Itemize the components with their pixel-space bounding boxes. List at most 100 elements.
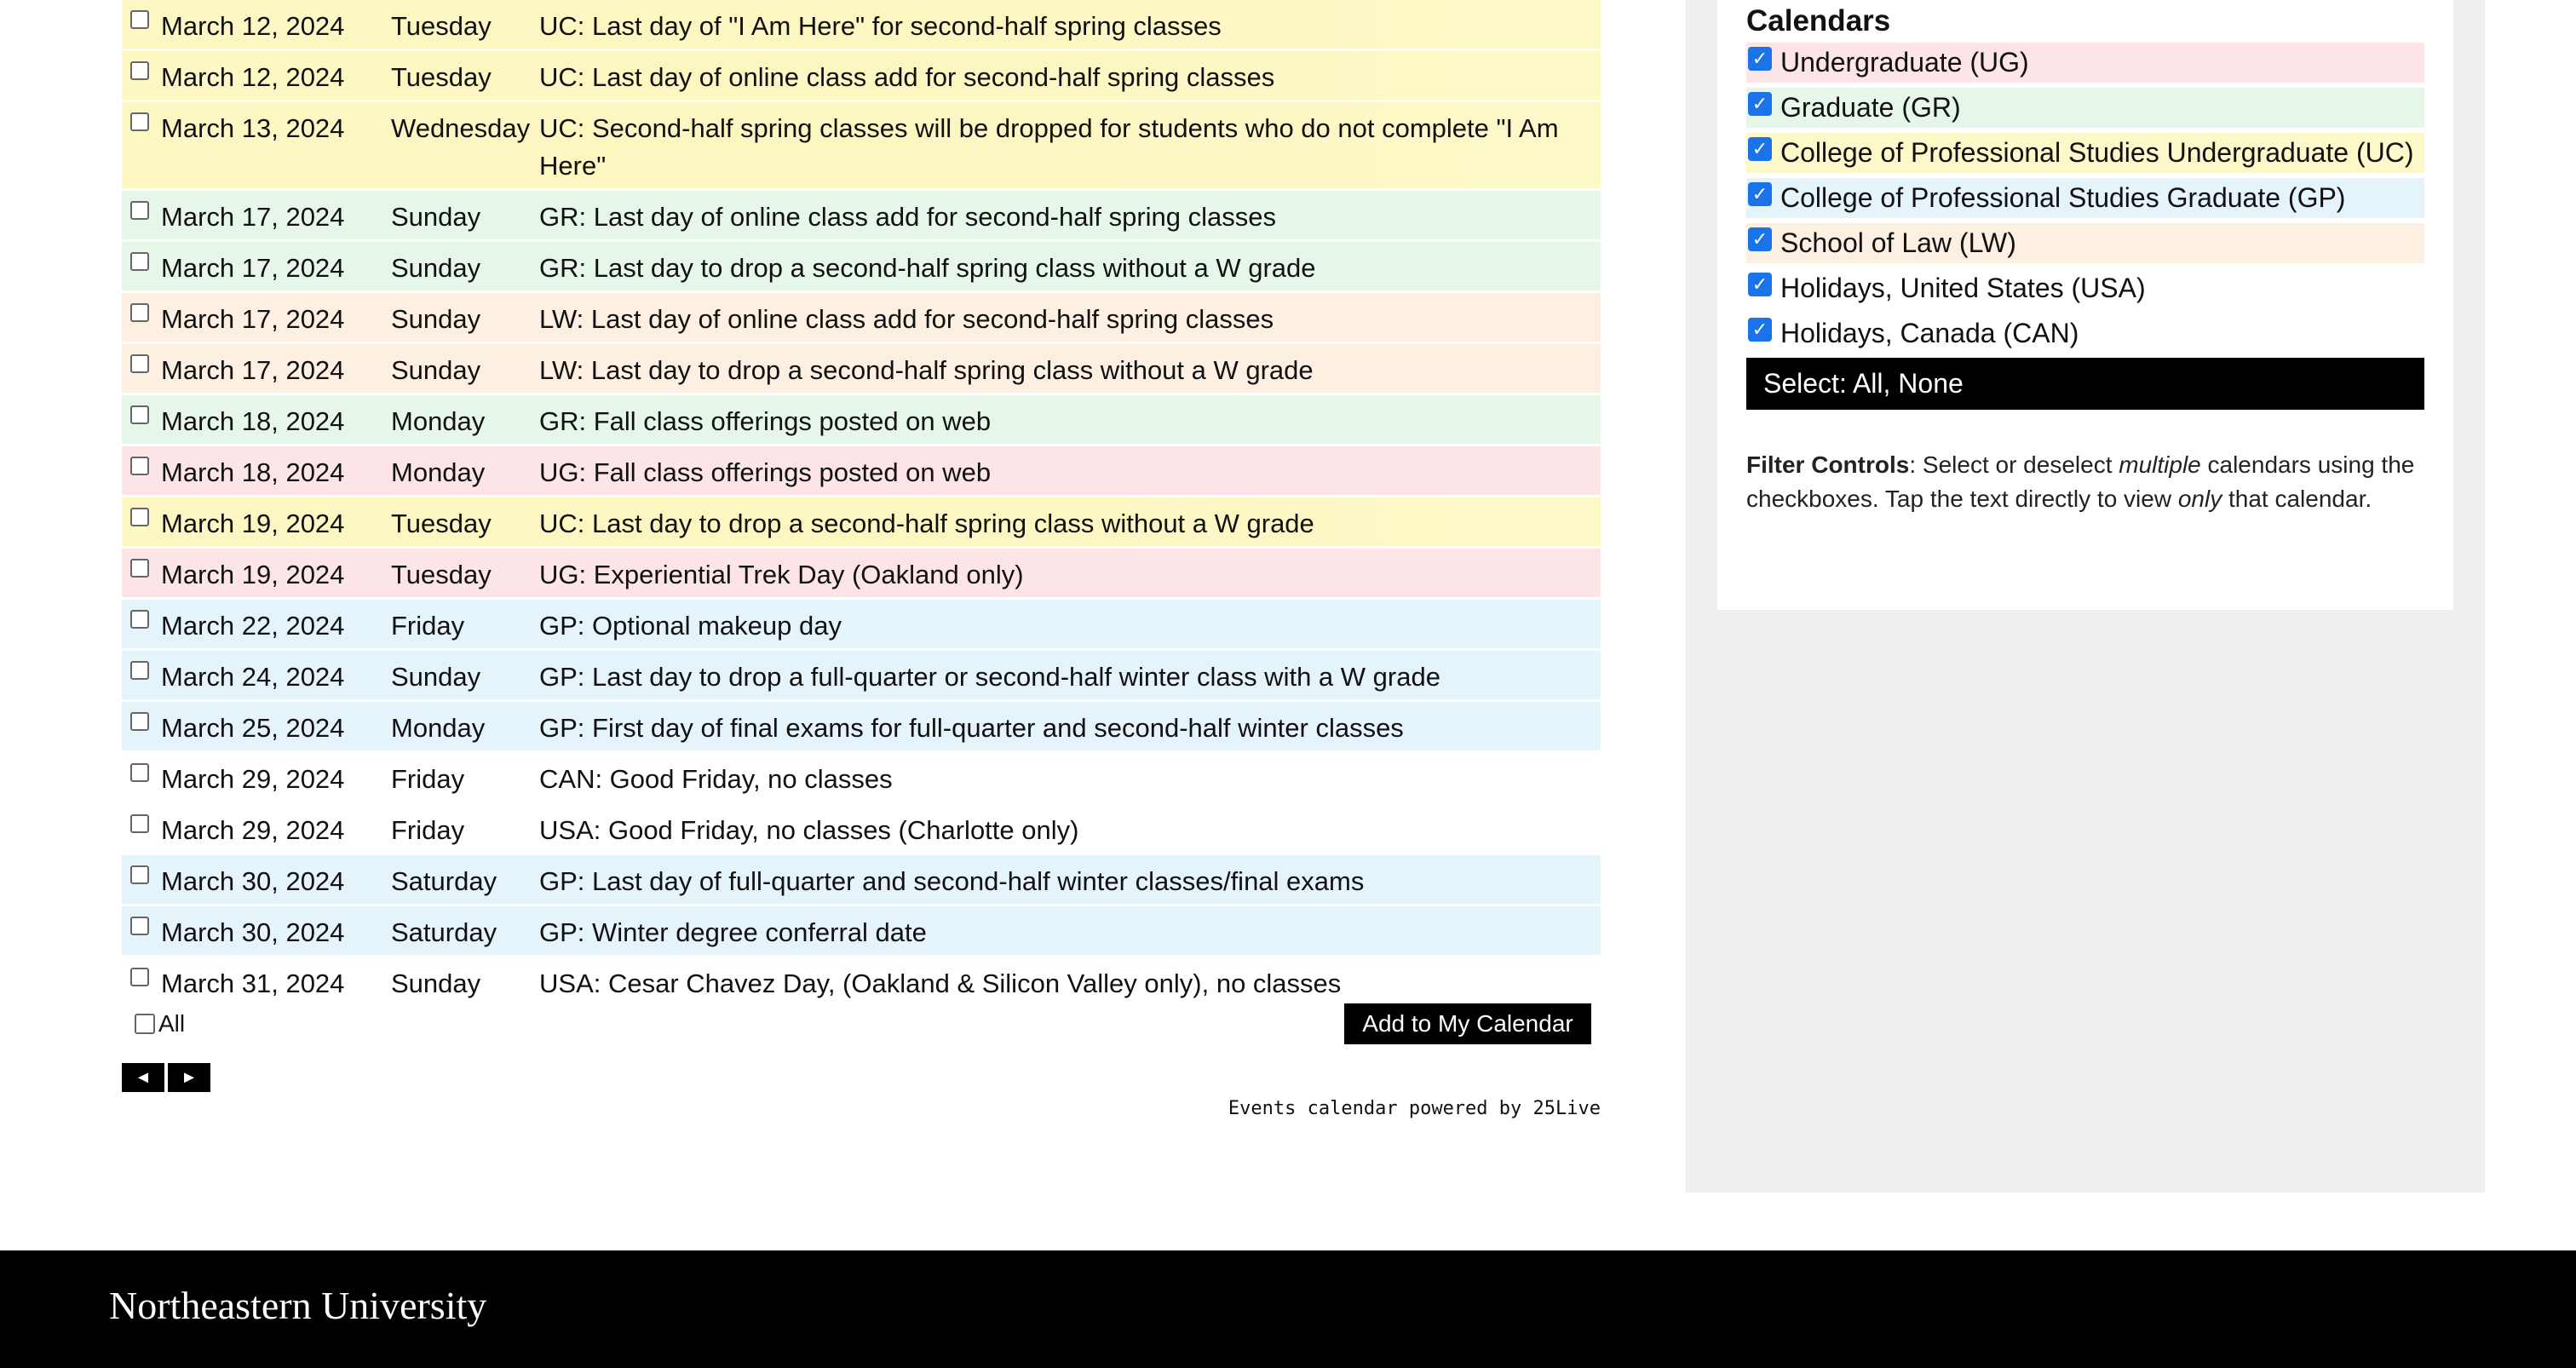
event-checkbox[interactable] (130, 354, 149, 373)
event-date: March 13, 2024 (161, 113, 345, 143)
event-day: Tuesday (391, 11, 492, 41)
event-day: Tuesday (391, 62, 492, 92)
check-icon[interactable]: ✓ (1748, 181, 1772, 206)
event-day: Friday (391, 815, 465, 845)
event-checkbox[interactable] (130, 405, 149, 424)
select-all-checkbox[interactable] (135, 1014, 155, 1034)
calendar-filter-ug[interactable]: ✓ Undergraduate (UG) (1746, 43, 2424, 83)
filter-controls-help: Filter Controls: Select or deselect mult… (1746, 448, 2419, 516)
event-day: Friday (391, 764, 465, 794)
event-checkbox[interactable] (130, 865, 149, 884)
add-to-calendar-button[interactable]: Add to My Calendar (1344, 1003, 1591, 1044)
event-checkbox[interactable] (130, 112, 149, 131)
event-date: March 31, 2024 (161, 969, 345, 998)
calendar-filter-lw[interactable]: ✓ School of Law (LW) (1746, 223, 2424, 263)
select-all-control[interactable]: All (135, 1010, 185, 1037)
event-checkbox[interactable] (130, 610, 149, 629)
event-date: March 19, 2024 (161, 509, 345, 538)
event-day: Sunday (391, 304, 481, 334)
event-checkbox[interactable] (130, 968, 149, 986)
check-icon[interactable]: ✓ (1748, 46, 1772, 71)
event-title: GP: Winter degree conferral date (539, 917, 927, 947)
calendar-filter-label[interactable]: College of Professional Studies Graduate… (1780, 182, 2345, 214)
event-title: GP: Last day of full-quarter and second-… (539, 866, 1365, 896)
event-date: March 19, 2024 (161, 560, 345, 589)
calendar-filter-gr[interactable]: ✓ Graduate (GR) (1746, 88, 2424, 128)
event-day: Monday (391, 406, 486, 436)
check-icon[interactable]: ✓ (1748, 272, 1772, 296)
filter-text-part-1: : Select or deselect (1909, 451, 2119, 478)
event-date: March 18, 2024 (161, 406, 345, 436)
calendars-panel: Calendars ✓ Undergraduate (UG) ✓ Graduate (… (1717, 0, 2453, 610)
event-date: March 29, 2024 (161, 764, 345, 794)
calendar-filter-label[interactable]: College of Professional Studies Undergra… (1780, 137, 2414, 169)
calendar-filter-label[interactable]: School of Law (LW) (1780, 227, 2016, 259)
event-checkbox[interactable] (130, 814, 149, 833)
event-row: March 17, 2024 Sunday LW: Last day to drop… (122, 344, 1601, 393)
event-row: March 29, 2024 Friday USA: Good Friday, no… (122, 804, 1601, 853)
event-row: March 12, 2024 Tuesday UC: Last day of "I … (122, 0, 1601, 49)
calendar-filter-label[interactable]: Holidays, Canada (CAN) (1780, 318, 2079, 349)
event-day: Tuesday (391, 560, 492, 589)
calendar-filter-gp[interactable]: ✓ College of Professional Studies Graduat… (1746, 178, 2424, 218)
event-date: March 24, 2024 (161, 662, 345, 692)
event-checkbox[interactable] (130, 252, 149, 271)
event-row: March 19, 2024 Tuesday UG: Experiential Tr… (122, 549, 1601, 597)
event-checkbox[interactable] (130, 457, 149, 475)
event-day: Sunday (391, 253, 481, 283)
prev-page-button[interactable]: ◄ (122, 1063, 164, 1092)
event-date: March 18, 2024 (161, 457, 345, 487)
calendar-filter-uc[interactable]: ✓ College of Professional Studies Undergr… (1746, 133, 2424, 173)
event-date: March 12, 2024 (161, 11, 345, 41)
events-list: March 12, 2024 Tuesday UC: Last day of "I … (122, 0, 1601, 1009)
calendar-filter-usa[interactable]: ✓ Holidays, United States (USA) (1746, 268, 2424, 308)
event-title: USA: Cesar Chavez Day, (Oakland & Silico… (539, 969, 1342, 998)
calendar-filter-label[interactable]: Graduate (GR) (1780, 92, 1961, 124)
event-checkbox[interactable] (130, 508, 149, 526)
event-title: UC: Last day to drop a second-half sprin… (539, 509, 1314, 538)
next-page-button[interactable]: ► (168, 1063, 210, 1092)
event-date: March 17, 2024 (161, 304, 345, 334)
site-footer: Northeastern University (0, 1250, 2576, 1368)
event-title: UG: Experiential Trek Day (Oakland only) (539, 560, 1024, 589)
powered-by-text: Events calendar powered by 25Live (1228, 1098, 1601, 1119)
event-day: Sunday (391, 969, 481, 998)
university-wordmark[interactable]: Northeastern University (109, 1283, 486, 1328)
event-checkbox[interactable] (130, 10, 149, 29)
event-checkbox[interactable] (130, 303, 149, 322)
event-title: UC: Last day of "I Am Here" for second-h… (539, 11, 1222, 41)
event-day: Sunday (391, 202, 481, 232)
event-date: March 17, 2024 (161, 253, 345, 283)
check-icon[interactable]: ✓ (1748, 317, 1772, 342)
event-day: Saturday (391, 866, 497, 896)
filter-controls-heading: Filter Controls (1746, 451, 1910, 478)
event-checkbox[interactable] (130, 712, 149, 731)
event-row: March 25, 2024 Monday GP: First day of fin… (122, 702, 1601, 750)
calendar-filter-label[interactable]: Holidays, United States (USA) (1780, 273, 2146, 304)
event-date: March 22, 2024 (161, 611, 345, 641)
event-row: March 24, 2024 Sunday GP: Last day to drop… (122, 651, 1601, 699)
event-row: March 17, 2024 Sunday GR: Last day of onli… (122, 191, 1601, 239)
event-checkbox[interactable] (130, 917, 149, 935)
check-icon[interactable]: ✓ (1748, 136, 1772, 161)
event-checkbox[interactable] (130, 201, 149, 220)
event-title: USA: Good Friday, no classes (Charlotte … (539, 815, 1079, 845)
event-day: Sunday (391, 355, 481, 385)
check-icon[interactable]: ✓ (1748, 91, 1772, 116)
event-checkbox[interactable] (130, 661, 149, 680)
calendar-filter-label[interactable]: Undergraduate (UG) (1780, 47, 2029, 78)
event-checkbox[interactable] (130, 61, 149, 80)
event-title: UC: Last day of online class add for sec… (539, 62, 1275, 92)
event-title: GR: Last day to drop a second-half sprin… (539, 253, 1316, 283)
event-row: March 18, 2024 Monday UG: Fall class offer… (122, 446, 1601, 495)
select-all-none-bar[interactable]: Select: All, None (1746, 358, 2424, 410)
event-row: March 17, 2024 Sunday LW: Last day of onli… (122, 293, 1601, 342)
check-icon[interactable]: ✓ (1748, 227, 1772, 251)
event-day: Monday (391, 713, 486, 743)
event-checkbox[interactable] (130, 763, 149, 782)
event-title: GP: First day of final exams for full-qu… (539, 713, 1404, 743)
event-day: Tuesday (391, 509, 492, 538)
event-checkbox[interactable] (130, 559, 149, 578)
calendar-filter-can[interactable]: ✓ Holidays, Canada (CAN) (1746, 313, 2424, 353)
event-day: Saturday (391, 917, 497, 947)
